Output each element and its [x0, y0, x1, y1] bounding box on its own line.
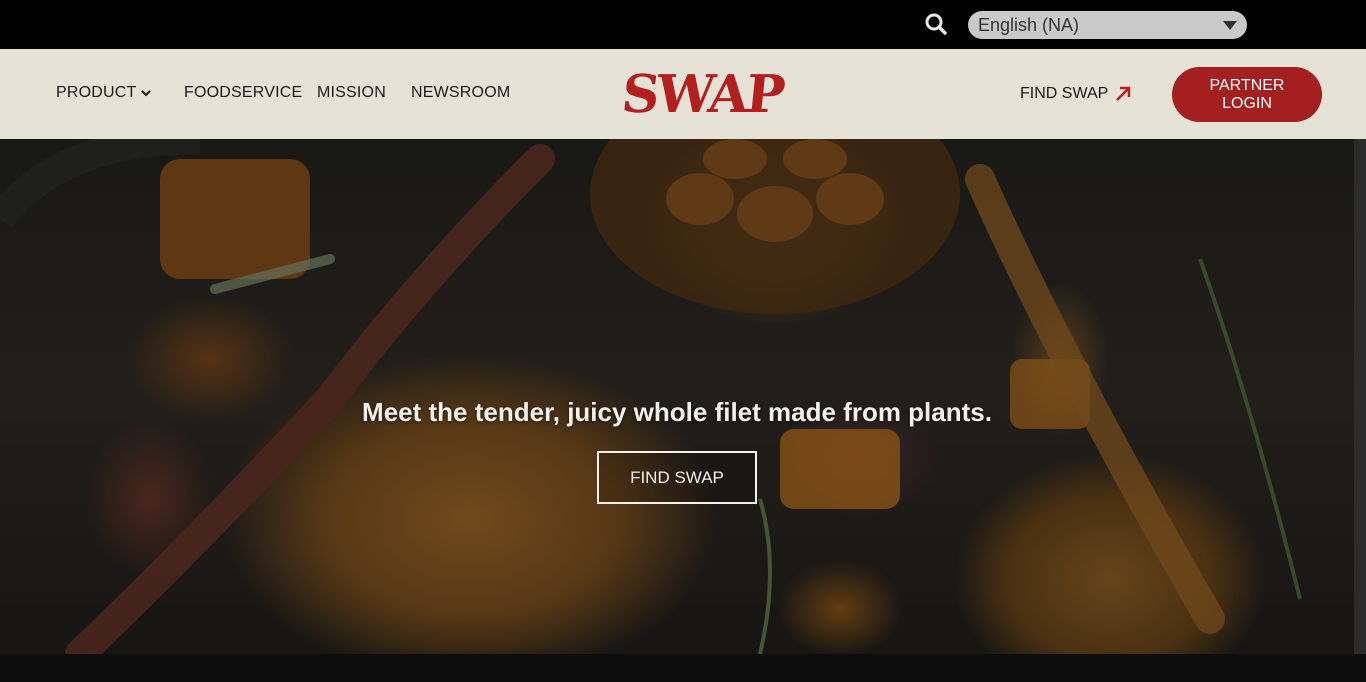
- arrow-up-right-icon[interactable]: [1114, 85, 1132, 103]
- logo-trademark: TM: [734, 102, 743, 108]
- page-scrollbar[interactable]: [1354, 139, 1366, 654]
- nav-item-foodservice[interactable]: FOODSERVICE: [184, 84, 302, 102]
- hero-banner: Meet the tender, juicy whole filet made …: [0, 139, 1354, 654]
- hero-headline: Meet the tender, juicy whole filet made …: [362, 397, 992, 427]
- search-icon[interactable]: [924, 12, 948, 36]
- chevron-down-icon[interactable]: [140, 88, 152, 98]
- language-select-value: English (NA): [978, 15, 1080, 35]
- nav-item-product[interactable]: PRODUCT: [56, 84, 137, 102]
- nav-item-mission[interactable]: MISSION: [317, 84, 386, 102]
- language-select[interactable]: English (NA): [968, 11, 1247, 39]
- main-nav: PRODUCT FOODSERVICE MISSION NEWSROOM SWA…: [0, 49, 1366, 139]
- nav-item-newsroom[interactable]: NEWSROOM: [411, 84, 510, 102]
- bottom-strip: [0, 654, 1366, 682]
- logo-wordmark: SWAP: [618, 64, 786, 125]
- partner-login-button[interactable]: PARTNER LOGIN: [1172, 67, 1322, 122]
- swap-logo[interactable]: SWAP TM: [619, 60, 785, 130]
- hero-find-swap-button[interactable]: FIND SWAP: [597, 451, 757, 504]
- caret-down-icon: [1223, 21, 1237, 30]
- find-swap-link[interactable]: FIND SWAP: [1020, 85, 1108, 103]
- partner-login-label: PARTNER LOGIN: [1209, 76, 1285, 112]
- top-utility-bar: English (NA): [0, 0, 1366, 49]
